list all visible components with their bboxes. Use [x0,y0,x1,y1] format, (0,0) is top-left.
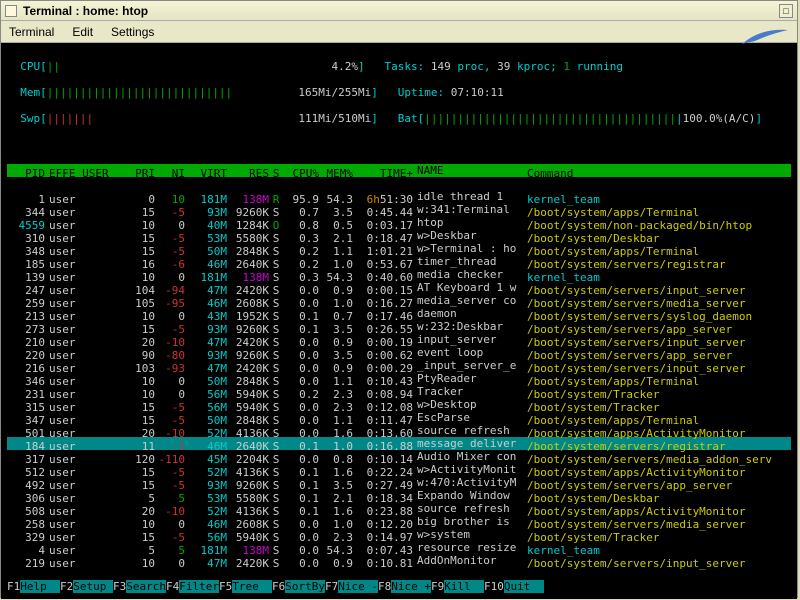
process-row[interactable]: 508user20-1052M4136KS0.11.60:23.88source… [7,502,791,515]
titlebar[interactable]: Terminal : home: htop □ [1,1,797,21]
process-row[interactable]: 185user16-646M2640KS0.21.00:53.67timer_t… [7,255,791,268]
window-icon [5,5,17,17]
process-row[interactable]: 348user15-550M2848KS0.21.11:01.21w>Termi… [7,242,791,255]
process-row[interactable]: 512user15-552M4136KS0.11.60:22.24w>Activ… [7,463,791,476]
process-row[interactable]: 258user10046M2608KS0.01.00:12.20big brot… [7,515,791,528]
meter-swp: Swp[||||||| 111Mi/510Mi] Bat[|||||||||||… [7,112,791,125]
process-row[interactable]: 247user104-9447M2420KS0.00.90:00.15AT Ke… [7,281,791,294]
process-row[interactable]: 213user10043M1952KS0.10.70:17.46daemon/b… [7,307,791,320]
menubar: Terminal Edit Settings [1,21,797,43]
process-row[interactable]: 492user15-593M9260KS0.13.50:27.49w:470:A… [7,476,791,489]
meter-mem: Mem[|||||||||||||||||||||||||||| 165Mi/2… [7,86,791,99]
process-row[interactable]: 273user15-593M9260KS0.13.50:26.55w:232:D… [7,320,791,333]
menu-terminal[interactable]: Terminal [9,25,54,39]
terminal-window: Terminal : home: htop □ Terminal Edit Se… [0,0,798,598]
process-row[interactable]: 210user20-1047M2420KS0.00.90:00.19input_… [7,333,791,346]
meter-cpu: CPU[|| 4.2%] Tasks: 149 proc, 39 kproc; … [7,60,791,73]
window-title: Terminal : home: htop [23,4,777,18]
menu-edit[interactable]: Edit [72,25,93,39]
process-row[interactable]: 501user20-1052M4136KS0.01.60:13.60source… [7,424,791,437]
process-row[interactable]: 4user55181M138MS0.054.30:07.43resource r… [7,541,791,554]
process-row[interactable]: 1user010181M138MR95.954.36h51:30idle thr… [7,190,791,203]
terminal-content[interactable]: CPU[|| 4.2%] Tasks: 149 proc, 39 kproc; … [1,43,797,599]
process-table-header[interactable]: PIDEFFE_USERPRINIVIRTRESSCPU%MEM%TIME+NA… [7,164,791,177]
process-row[interactable]: 317user120-11045M2204KS0.00.80:10.14Audi… [7,450,791,463]
process-table-body[interactable]: 1user010181M138MR95.954.36h51:30idle thr… [7,190,791,567]
process-row[interactable]: 347user15-550M2848KS0.01.10:11.47EscPars… [7,411,791,424]
process-row[interactable]: 344user15-593M9260KS0.73.50:45.44w:341:T… [7,203,791,216]
process-row[interactable]: 184user11-146M2640KS0.11.00:16.88message… [7,437,791,450]
process-row[interactable]: 259user105-9546M2608KS0.01.00:16.27media… [7,294,791,307]
process-row[interactable]: 4559user10040M1284KO0.80.50:03.17htop/bo… [7,216,791,229]
maximize-button[interactable]: □ [779,4,793,18]
function-key-bar[interactable]: F1Help F2Setup F3SearchF4FilterF5Tree F6… [7,580,791,593]
process-row[interactable]: 216user103-9347M2420KS0.00.90:00.29_inpu… [7,359,791,372]
process-row[interactable]: 220user90-8093M9260KS0.03.50:00.62event … [7,346,791,359]
process-row[interactable]: 219user10047M2420KS0.00.90:10.81AddOnMon… [7,554,791,567]
process-row[interactable]: 315user15-556M5940KS0.02.30:12.08w>Deskt… [7,398,791,411]
feather-logo-icon [740,26,790,46]
process-row[interactable]: 346user10050M2848KS0.01.10:10.43PtyReade… [7,372,791,385]
menu-settings[interactable]: Settings [111,25,154,39]
